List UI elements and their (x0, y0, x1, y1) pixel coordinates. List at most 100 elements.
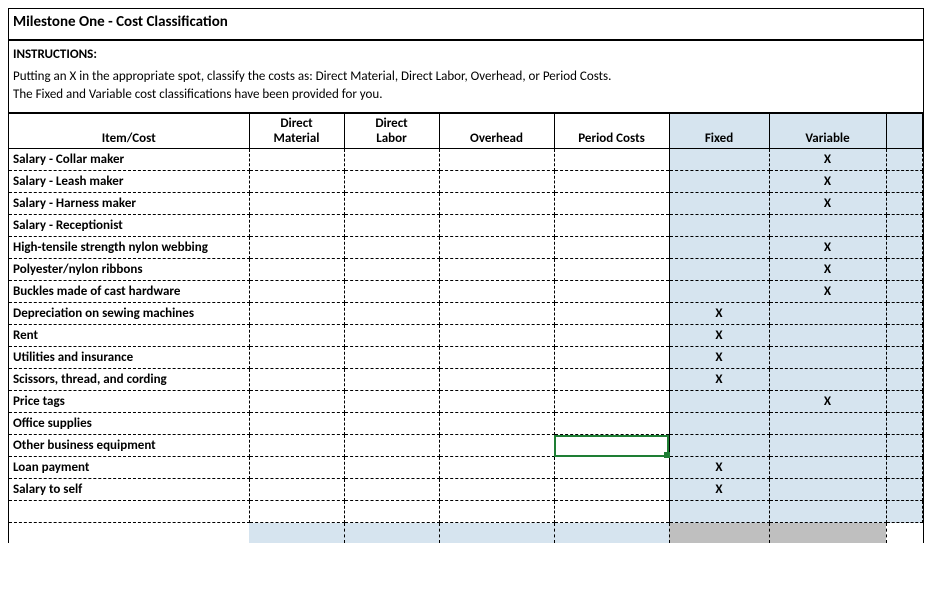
cell-variable (769, 347, 886, 369)
cell-period-costs[interactable] (554, 391, 669, 413)
cell-direct-material[interactable] (249, 303, 344, 325)
cell-direct-labor[interactable] (344, 501, 439, 523)
cell-direct-labor[interactable] (344, 281, 439, 303)
cell-overhead[interactable] (439, 501, 554, 523)
cell-direct-material[interactable] (249, 149, 344, 171)
cell-overhead[interactable] (439, 193, 554, 215)
cell-overhead[interactable] (439, 237, 554, 259)
cell-overhead[interactable] (439, 347, 554, 369)
cell-period-costs[interactable] (554, 215, 669, 237)
table-row: Office supplies (9, 413, 923, 435)
cell-period-costs[interactable] (554, 479, 669, 501)
cell-period-costs[interactable] (554, 149, 669, 171)
cell-item: Salary to self (9, 479, 249, 501)
cell-period-costs[interactable] (554, 369, 669, 391)
cell-direct-labor[interactable] (344, 303, 439, 325)
instructions-text: Putting an X in the appropriate spot, cl… (9, 66, 923, 112)
cell-period-costs[interactable] (554, 303, 669, 325)
cell-item: Scissors, thread, and cording (9, 369, 249, 391)
table-row: Salary - Receptionist (9, 215, 923, 237)
cell-variable: X (769, 281, 886, 303)
cell-direct-labor[interactable] (344, 391, 439, 413)
cell-variable (769, 435, 886, 457)
cell-direct-labor[interactable] (344, 457, 439, 479)
cell-fixed: X (669, 303, 769, 325)
cell-period-costs[interactable] (554, 193, 669, 215)
cell-variable (769, 501, 886, 523)
cell-period-costs[interactable] (554, 259, 669, 281)
cell-direct-labor[interactable] (344, 479, 439, 501)
cell-direct-labor[interactable] (344, 171, 439, 193)
footer-row (9, 523, 923, 543)
cell-overhead[interactable] (439, 149, 554, 171)
cell-direct-material[interactable] (249, 413, 344, 435)
cell-period-costs[interactable] (554, 237, 669, 259)
cell-overhead[interactable] (439, 215, 554, 237)
cell-fixed (669, 281, 769, 303)
cell-direct-labor[interactable] (344, 193, 439, 215)
cell-direct-labor[interactable] (344, 325, 439, 347)
cell-period-costs[interactable] (554, 435, 669, 457)
cell-direct-material[interactable] (249, 501, 344, 523)
cell-period-costs[interactable] (554, 413, 669, 435)
cell-direct-material[interactable] (249, 479, 344, 501)
cell-fixed (669, 501, 769, 523)
cell-period-costs[interactable] (554, 281, 669, 303)
cell-direct-material[interactable] (249, 435, 344, 457)
cell-direct-labor[interactable] (344, 435, 439, 457)
page-title: Milestone One - Cost Classification (9, 9, 923, 39)
cell-fixed: X (669, 479, 769, 501)
cell-direct-material[interactable] (249, 325, 344, 347)
cell-fixed (669, 193, 769, 215)
cell-direct-material[interactable] (249, 369, 344, 391)
cell-overhead[interactable] (439, 369, 554, 391)
cell-direct-material[interactable] (249, 193, 344, 215)
cell-direct-material[interactable] (249, 347, 344, 369)
cell-variable: X (769, 259, 886, 281)
cell-direct-material[interactable] (249, 171, 344, 193)
cell-direct-material[interactable] (249, 237, 344, 259)
col-overhead: Overhead (439, 114, 554, 149)
cell-item: Rent (9, 325, 249, 347)
cell-direct-labor[interactable] (344, 237, 439, 259)
cell-overhead[interactable] (439, 457, 554, 479)
cell-overhead[interactable] (439, 171, 554, 193)
cell-tail (886, 259, 923, 281)
cell-item: Salary - Harness maker (9, 193, 249, 215)
table-row: Loan paymentX (9, 457, 923, 479)
cell-variable (769, 303, 886, 325)
cell-direct-material[interactable] (249, 457, 344, 479)
cell-direct-material[interactable] (249, 215, 344, 237)
cell-direct-labor[interactable] (344, 413, 439, 435)
cell-fixed (669, 215, 769, 237)
cell-fixed (669, 259, 769, 281)
cell-direct-labor[interactable] (344, 369, 439, 391)
cell-overhead[interactable] (439, 435, 554, 457)
cell-period-costs[interactable] (554, 457, 669, 479)
cell-period-costs[interactable] (554, 501, 669, 523)
cell-direct-labor[interactable] (344, 259, 439, 281)
cell-direct-labor[interactable] (344, 149, 439, 171)
cell-overhead[interactable] (439, 391, 554, 413)
cell-period-costs[interactable] (554, 325, 669, 347)
cell-direct-labor[interactable] (344, 215, 439, 237)
cell-direct-material[interactable] (249, 391, 344, 413)
cell-period-costs[interactable] (554, 347, 669, 369)
cell-overhead[interactable] (439, 413, 554, 435)
cell-fixed (669, 149, 769, 171)
cell-overhead[interactable] (439, 325, 554, 347)
cell-direct-labor[interactable] (344, 347, 439, 369)
cell-tail (886, 391, 923, 413)
cell-period-costs[interactable] (554, 171, 669, 193)
cell-overhead[interactable] (439, 259, 554, 281)
cell-item: Depreciation on sewing machines (9, 303, 249, 325)
cell-direct-material[interactable] (249, 259, 344, 281)
cell-direct-material[interactable] (249, 281, 344, 303)
cell-overhead[interactable] (439, 479, 554, 501)
cell-tail (886, 149, 923, 171)
cell-overhead[interactable] (439, 303, 554, 325)
table-row: Buckles made of cast hardwareX (9, 281, 923, 303)
cell-overhead[interactable] (439, 281, 554, 303)
cell-item: Office supplies (9, 413, 249, 435)
cell-item: Utilities and insurance (9, 347, 249, 369)
